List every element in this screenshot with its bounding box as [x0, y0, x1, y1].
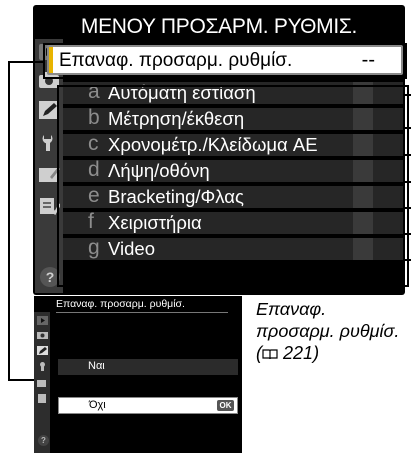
menu-item-letter: b: [88, 106, 100, 129]
help-icon: ?: [38, 435, 49, 446]
selection-accent: [49, 47, 53, 73]
caption: Επαναφ. προσαρμ. ρυθμίσ. ( 221): [256, 299, 400, 363]
menu-item-letter: c: [88, 132, 99, 155]
page-reference: 221: [283, 343, 314, 363]
menu-item-bracketing-flash[interactable]: e Bracketing/Φλας: [63, 184, 403, 208]
menu-item-letter: d: [88, 158, 100, 181]
menu-item-label: Bracketing/Φλας: [108, 186, 244, 207]
menu-item-label: Μέτρηση/έκθεση: [108, 108, 245, 129]
retouch-icon: [37, 378, 48, 387]
reset-confirmation-screen: Επαναφ. προσαρμ. ρυθμίσ. Ναι Όχι OK ?: [34, 296, 242, 453]
menu-item-letter: e: [88, 184, 100, 207]
menu-item-label: Αυτόματη εστίαση: [108, 82, 256, 103]
menu-item-label: Λήψη/οθόνη: [108, 160, 210, 181]
wrench-icon: [37, 362, 48, 371]
menu-item-autofocus[interactable]: a Αυτόματη εστίαση: [63, 80, 403, 104]
option-no-label: Όχι: [89, 399, 106, 411]
submenu-indicator: [353, 134, 373, 156]
option-yes-label: Ναι: [88, 360, 105, 372]
reset-custom-settings-value: --: [361, 49, 375, 71]
menu-item-label: Video: [108, 238, 155, 259]
retouch-icon[interactable]: [38, 165, 60, 183]
menu-tab-column: ?: [35, 39, 63, 293]
playback-icon: [37, 316, 48, 325]
caption-text: Επαναφ. προσαρμ. ρυθμίσ.: [256, 299, 400, 341]
option-no[interactable]: Όχι OK: [58, 397, 238, 414]
menu-item-label: Χρονομέτρ./Κλείδωμα AE: [108, 134, 318, 155]
my-menu-icon: [37, 394, 48, 403]
menu-item-controls[interactable]: f Χειριστήρια: [63, 210, 403, 234]
menu-item-letter: f: [88, 210, 94, 233]
submenu-title: Επαναφ. προσαρμ. ρυθμίσ.: [56, 298, 185, 310]
menu-item-letter: g: [88, 236, 100, 259]
submenu-indicator: [353, 186, 373, 208]
submenu-indicator: [353, 108, 373, 130]
menu-item-shooting-display[interactable]: d Λήψη/οθόνη: [63, 158, 403, 182]
reset-custom-settings-label: Επαναφ. προσαρμ. ρυθμίσ.: [59, 50, 293, 71]
menu-item-label: Χειριστήρια: [108, 212, 202, 233]
menu-item-movie[interactable]: g Video: [63, 236, 403, 260]
submenu-indicator: [353, 82, 373, 104]
help-icon[interactable]: ?: [40, 267, 60, 287]
menu-item-metering-exposure[interactable]: b Μέτρηση/έκθεση: [63, 106, 403, 130]
reset-custom-settings-row[interactable]: Επαναφ. προσαρμ. ρυθμίσ. --: [47, 45, 403, 75]
menu-item-letter: a: [88, 80, 100, 103]
book-icon: [262, 343, 278, 363]
ok-badge: OK: [217, 400, 234, 411]
submenu-indicator: [353, 212, 373, 234]
title-divider: [56, 312, 228, 313]
menu-title: ΜΕΝΟΥ ΠΡΟΣΑΡΜ. ΡΥΘΜΙΣ.: [80, 15, 358, 38]
option-yes[interactable]: Ναι: [58, 359, 238, 375]
small-tab-column: [34, 312, 50, 453]
pencil-icon[interactable]: [38, 101, 60, 119]
wrench-icon[interactable]: [38, 133, 60, 151]
my-menu-icon[interactable]: [38, 197, 60, 215]
pencil-icon: [37, 346, 48, 355]
menu-item-timers-ae-lock[interactable]: c Χρονομέτρ./Κλείδωμα AE: [63, 132, 403, 156]
submenu-indicator: [353, 238, 373, 260]
camera-icon: [37, 330, 48, 339]
submenu-indicator: [353, 160, 373, 182]
